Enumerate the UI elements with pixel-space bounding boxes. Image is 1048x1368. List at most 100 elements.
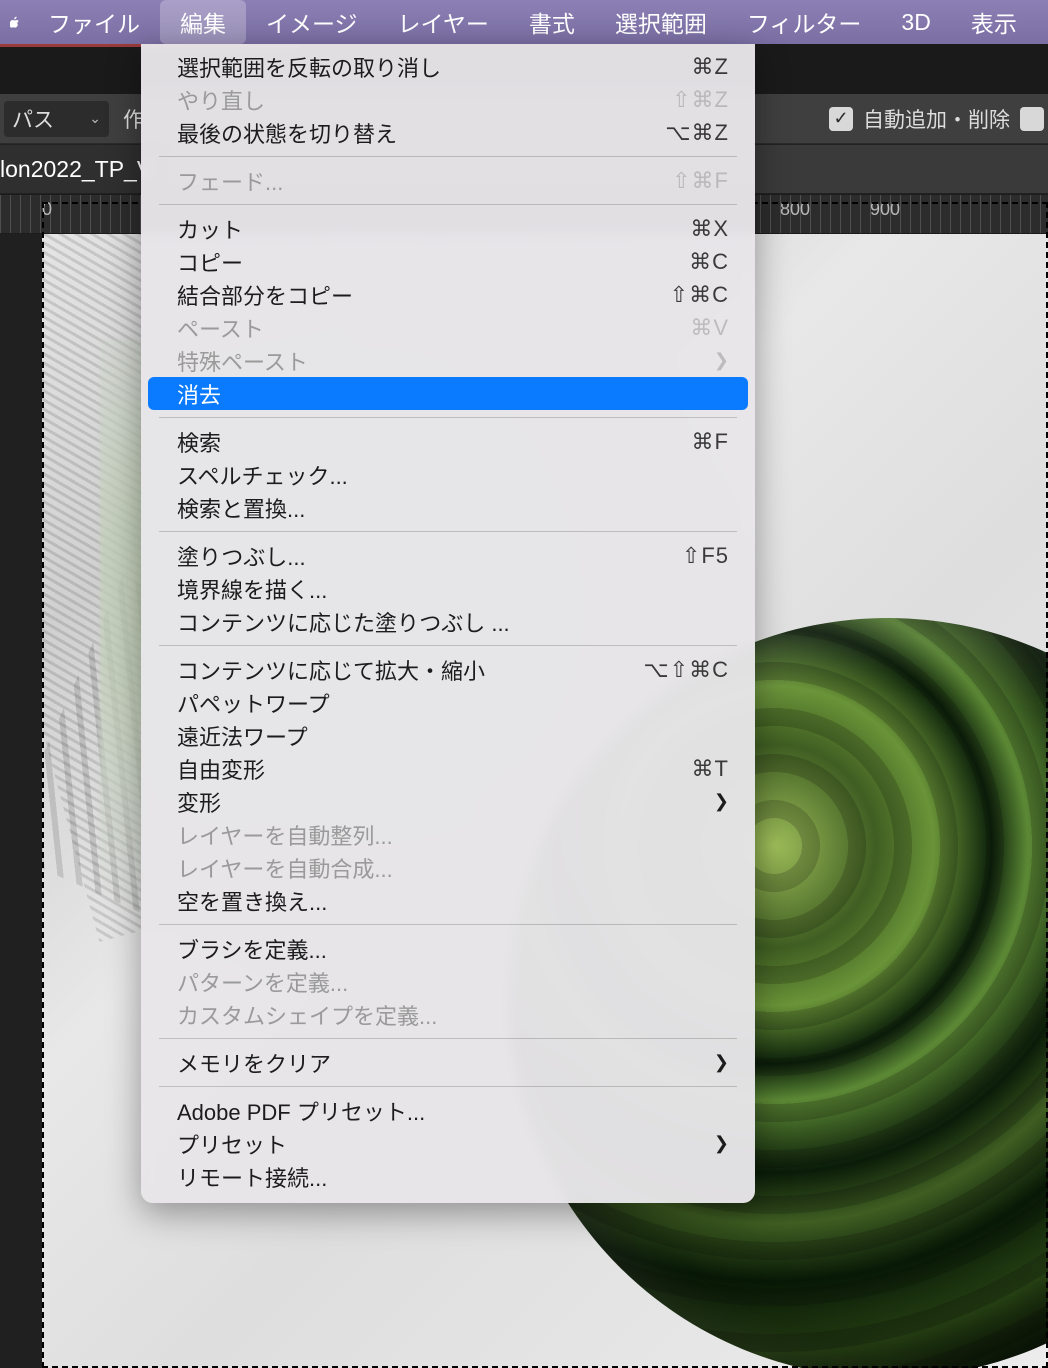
menu-item-label: やり直し [177,84,265,116]
menu-item: カスタムシェイプを定義... [141,998,755,1031]
document-tab-label: lon2022_TP_V [0,156,152,183]
document-tab[interactable]: lon2022_TP_V [0,145,162,193]
menu-filter[interactable]: フィルター [727,0,882,44]
menu-item[interactable]: 結合部分をコピー⇧⌘C [141,278,755,311]
path-mode-select[interactable]: パス ⌄ [4,101,109,137]
menu-item: フェード...⇧⌘F [141,164,755,197]
menu-item-label: 変形 [177,786,221,818]
menu-item-label: リモート接続... [177,1161,327,1193]
menu-item-shortcut: ⌘C [689,249,729,275]
menu-item-label: 検索 [177,426,221,458]
ruler-tick: 0 [42,199,52,220]
menu-item: 特殊ペースト ❯ [141,344,755,377]
apple-logo-icon [10,0,28,44]
menu-item-label: Adobe PDF プリセット... [177,1095,425,1127]
menu-item-label: カット [177,213,243,245]
menu-item[interactable]: コンテンツに応じた塗りつぶし ... [141,605,755,638]
menu-item[interactable]: 自由変形 ⌘T [141,752,755,785]
menu-item-label: 塗りつぶし... [177,540,306,572]
menu-item[interactable]: 変形 ❯ [141,785,755,818]
menu-item-label: 選択範囲を反転の取り消し [177,51,441,83]
menu-item-label: コンテンツに応じて拡大・縮小 [177,654,485,686]
menu-item: パターンを定義... [141,965,755,998]
menu-item-label: レイヤーを自動整列... [177,819,393,851]
menu-item[interactable]: メモリをクリア ❯ [141,1046,755,1079]
menu-item[interactable]: 空を置き換え... [141,884,755,917]
menu-item[interactable]: 消去 [148,377,748,410]
menu-file[interactable]: ファイル [28,0,160,44]
menu-separator [159,204,737,205]
menu-item[interactable]: 境界線を描く... [141,572,755,605]
trailing-checkbox[interactable] [1020,107,1044,131]
menu-item[interactable]: リモート接続... [141,1160,755,1193]
menu-item-shortcut: ⌘X [690,216,729,242]
menu-image[interactable]: イメージ [246,0,378,44]
menu-item: やり直し⇧⌘Z [141,83,755,116]
menu-view[interactable]: 表示 [951,0,1017,44]
menu-separator [159,1038,737,1039]
menu-item[interactable]: 遠近法ワープ [141,719,755,752]
menu-item-label: メモリをクリア [177,1047,331,1079]
chevron-right-icon: ❯ [714,1052,729,1073]
menu-item-label: 遠近法ワープ [177,720,308,752]
menu-item[interactable]: コピー ⌘C [141,245,755,278]
edit-menu-dropdown: 選択範囲を反転の取り消し ⌘Z やり直し⇧⌘Z最後の状態を切り替え ⌥⌘Z フェード..… [141,44,755,1203]
menu-item-label: ペースト [177,312,264,344]
menu-item-shortcut: ⌥⇧⌘C [643,657,729,683]
menu-item-label: カスタムシェイプを定義... [177,999,437,1031]
menu-item-shortcut: ⌘V [690,315,729,341]
menu-item[interactable]: 最後の状態を切り替え ⌥⌘Z [141,116,755,149]
menu-item-label: 自由変形 [177,753,265,785]
menu-item-label: レイヤーを自動合成... [177,852,393,884]
menu-item-label: 検索と置換... [177,492,305,524]
menu-item-label: コンテンツに応じた塗りつぶし ... [177,606,510,638]
menu-item[interactable]: 検索 ⌘F [141,425,755,458]
menubar: ファイル 編集 イメージ レイヤー 書式 選択範囲 フィルター 3D 表示 [0,0,1048,44]
menu-item-label: 境界線を描く... [177,573,327,605]
menu-type[interactable]: 書式 [509,0,595,44]
chevron-right-icon: ❯ [714,791,729,812]
menu-item: レイヤーを自動合成... [141,851,755,884]
menu-item: レイヤーを自動整列... [141,818,755,851]
menu-item[interactable]: 検索と置換... [141,491,755,524]
menu-item[interactable]: ブラシを定義... [141,932,755,965]
menu-item[interactable]: パペットワープ [141,686,755,719]
menu-item[interactable]: 塗りつぶし... ⇧F5 [141,539,755,572]
menu-separator [159,1086,737,1087]
menu-item-label: 特殊ペースト [177,345,308,377]
menu-edit[interactable]: 編集 [160,0,246,44]
menu-item[interactable]: 選択範囲を反転の取り消し ⌘Z [141,50,755,83]
menu-item-label: 消去 [177,378,221,410]
menu-layer[interactable]: レイヤー [378,0,509,44]
menu-item-label: コピー [177,246,243,278]
menu-item-label: スペルチェック... [177,459,348,491]
menu-item-label: ブラシを定義... [177,933,327,965]
menu-separator [159,156,737,157]
menu-separator [159,645,737,646]
menu-separator [159,417,737,418]
menu-separator [159,531,737,532]
menu-item-label: 空を置き換え... [177,885,327,917]
menu-item-shortcut: ⇧⌘C [670,282,729,308]
chevron-down-icon: ⌄ [89,110,101,127]
menu-3d[interactable]: 3D [881,0,950,44]
menu-item-shortcut: ⌥⌘Z [665,120,729,146]
menu-item-shortcut: ⇧F5 [682,543,729,569]
menu-item[interactable]: スペルチェック... [141,458,755,491]
menu-item[interactable]: プリセット ❯ [141,1127,755,1160]
menu-select[interactable]: 選択範囲 [595,0,727,44]
chevron-right-icon: ❯ [714,1133,729,1154]
menu-item-shortcut: ⌘Z [692,54,729,80]
chevron-right-icon: ❯ [714,350,729,371]
menu-item[interactable]: カット ⌘X [141,212,755,245]
menu-item[interactable]: コンテンツに応じて拡大・縮小 ⌥⇧⌘C [141,653,755,686]
menu-item-label: 最後の状態を切り替え [177,117,397,149]
menu-item: ペースト ⌘V [141,311,755,344]
menu-item-shortcut: ⇧⌘F [672,168,729,194]
menu-item-shortcut: ⌘F [692,429,729,455]
auto-add-delete-label: 自動追加・削除 [863,104,1010,134]
auto-add-delete-checkbox[interactable]: ✓ [829,107,853,131]
menu-item-shortcut: ⌘T [692,756,729,782]
menu-item[interactable]: Adobe PDF プリセット... [141,1094,755,1127]
menu-item-label: プリセット [177,1128,287,1160]
